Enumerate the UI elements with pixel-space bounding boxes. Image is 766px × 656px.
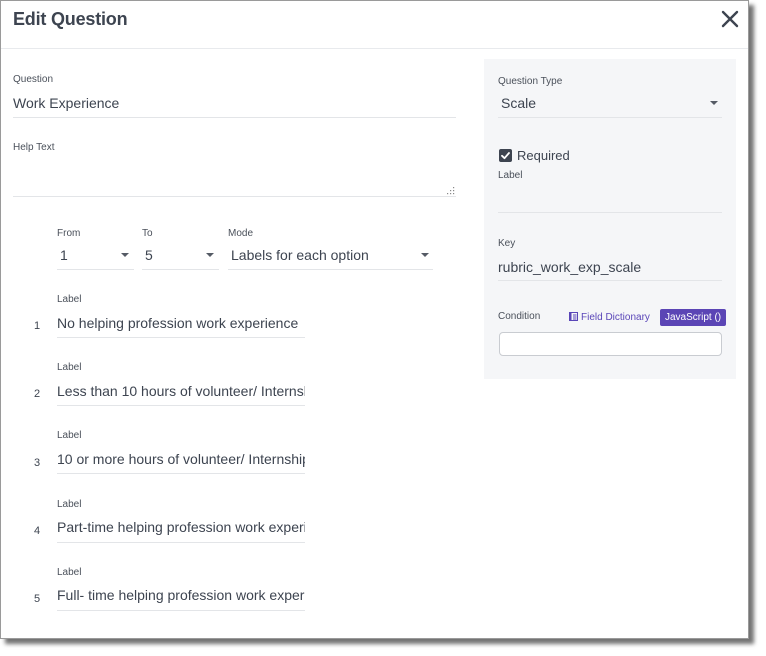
option-2-input[interactable]: Less than 10 hours of volunteer/ Interns… [57, 383, 305, 399]
option-3-number: 3 [34, 457, 41, 469]
question-input[interactable]: Work Experience [13, 95, 453, 111]
mode-select-value: Labels for each option [231, 247, 369, 263]
question-type-value: Scale [501, 95, 537, 111]
field-dictionary-label: Field Dictionary [581, 312, 650, 323]
required-checkbox[interactable] [499, 149, 512, 162]
option-5-number: 5 [34, 593, 41, 605]
option-3-underline [57, 473, 305, 474]
key-underline [498, 280, 722, 281]
condition-input[interactable] [499, 332, 722, 356]
option-1-label: Label [57, 294, 82, 305]
close-button[interactable] [720, 9, 740, 29]
help-text-input[interactable] [13, 161, 443, 191]
question-type-chevron-down-icon [710, 101, 718, 105]
javascript-button[interactable]: JavaScript () [660, 309, 727, 326]
help-text-label: Help Text [13, 142, 55, 153]
question-type-label: Question Type [498, 76, 563, 87]
option-2-label: Label [57, 362, 82, 373]
checkmark-icon [501, 152, 510, 160]
to-label: To [142, 228, 153, 239]
question-underline [13, 117, 456, 118]
from-underline [57, 269, 134, 270]
option-5-underline [57, 610, 305, 611]
book-icon [569, 312, 578, 321]
to-underline [142, 269, 219, 270]
option-1-underline [57, 337, 305, 338]
to-chevron-down-icon [206, 253, 214, 257]
mode-label: Mode [228, 228, 254, 239]
option-4-label: Label [57, 499, 82, 510]
option-2-number: 2 [34, 388, 41, 400]
help-text-underline [13, 196, 456, 197]
option-4-underline [57, 542, 305, 543]
to-select-value: 5 [145, 247, 153, 263]
mode-underline [228, 269, 433, 270]
required-label-field-label: Label [498, 170, 523, 181]
required-label: Required [517, 148, 570, 163]
mode-chevron-down-icon [421, 253, 429, 257]
key-label: Key [498, 238, 516, 249]
field-dictionary-link[interactable]: Field Dictionary [569, 312, 650, 323]
option-3-label: Label [57, 430, 82, 441]
question-type-underline [498, 117, 722, 118]
question-label: Question [13, 74, 54, 85]
key-input[interactable]: rubric_work_exp_scale [498, 259, 722, 275]
condition-label: Condition [498, 311, 541, 322]
option-4-input[interactable]: Part-time helping profession work experi… [57, 519, 305, 535]
from-label: From [57, 228, 81, 239]
required-label-input[interactable] [498, 189, 722, 207]
option-5-label: Label [57, 567, 82, 578]
option-1-number: 1 [34, 320, 41, 332]
option-1-input[interactable]: No helping profession work experience [57, 315, 305, 331]
option-5-input[interactable]: Full- time helping profession work exper… [57, 587, 305, 603]
dialog-header: Edit Question [1, 1, 748, 49]
close-icon [721, 10, 739, 28]
option-3-input[interactable]: 10 or more hours of volunteer/ Internshi… [57, 451, 305, 467]
from-chevron-down-icon [121, 253, 129, 257]
option-2-underline [57, 405, 305, 406]
resize-handle-icon[interactable] [447, 187, 455, 195]
required-label-underline [498, 212, 722, 213]
edit-question-dialog: Edit Question Question Work Experience H… [0, 0, 749, 639]
dialog-title: Edit Question [13, 9, 128, 29]
option-4-number: 4 [34, 525, 41, 537]
from-select-value: 1 [60, 247, 68, 263]
